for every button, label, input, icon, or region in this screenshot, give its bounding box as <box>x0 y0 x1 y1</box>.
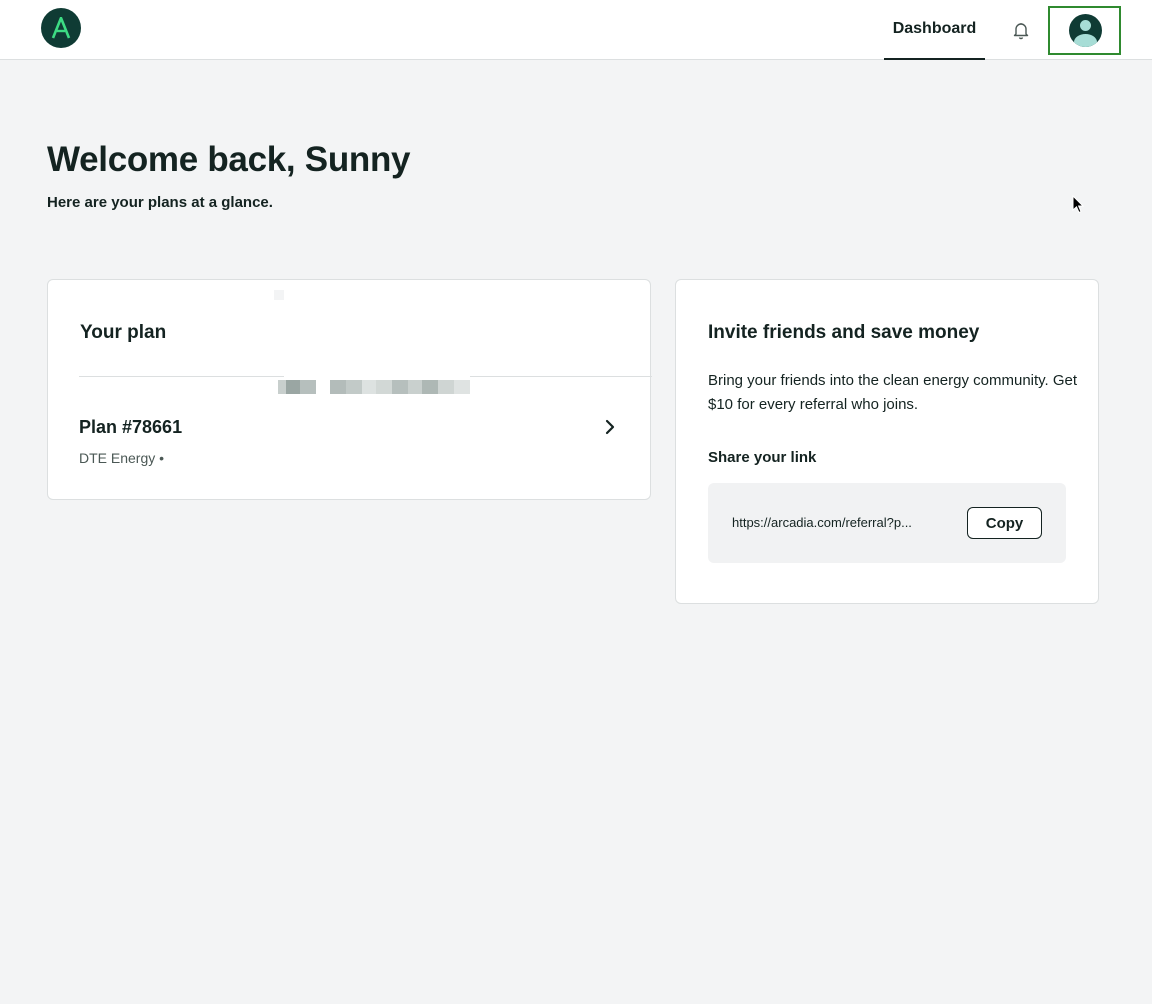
nav-tab-dashboard[interactable]: Dashboard <box>884 0 985 60</box>
invite-card-title: Invite friends and save money <box>708 322 980 343</box>
mouse-cursor-icon <box>1072 195 1084 214</box>
referral-link-text[interactable]: https://arcadia.com/referral?p... <box>732 515 942 530</box>
invite-friends-card: Invite friends and save money Bring your… <box>675 279 1099 604</box>
invite-card-description: Bring your friends into the clean energy… <box>708 372 1078 413</box>
logo-a-icon <box>51 17 71 39</box>
top-navigation-bar: Dashboard <box>0 0 1152 60</box>
plan-list-item[interactable]: Plan #78661 DTE Energy • <box>48 400 650 470</box>
share-link-label: Share your link <box>708 449 817 466</box>
arcadia-logo[interactable] <box>41 8 81 48</box>
your-plan-card: Your plan Plan #78661 DTE Energy • <box>47 279 652 500</box>
page-title: Welcome back, Sunny <box>47 140 411 179</box>
page-subtitle: Here are your plans at a glance. <box>47 194 273 211</box>
referral-link-box: https://arcadia.com/referral?p... Copy <box>708 483 1066 563</box>
copy-link-button[interactable]: Copy <box>967 507 1042 539</box>
pixelated-overlay <box>274 280 470 394</box>
plan-card-title: Your plan <box>80 322 167 343</box>
user-avatar-icon <box>1069 14 1102 47</box>
plan-name: Plan #78661 <box>79 417 183 437</box>
chevron-right-icon <box>603 417 617 437</box>
nav-tab-dashboard-label: Dashboard <box>892 20 977 37</box>
profile-menu-button[interactable] <box>1048 6 1121 55</box>
plan-utility: DTE Energy • <box>79 450 165 466</box>
bell-icon[interactable] <box>1009 18 1033 42</box>
